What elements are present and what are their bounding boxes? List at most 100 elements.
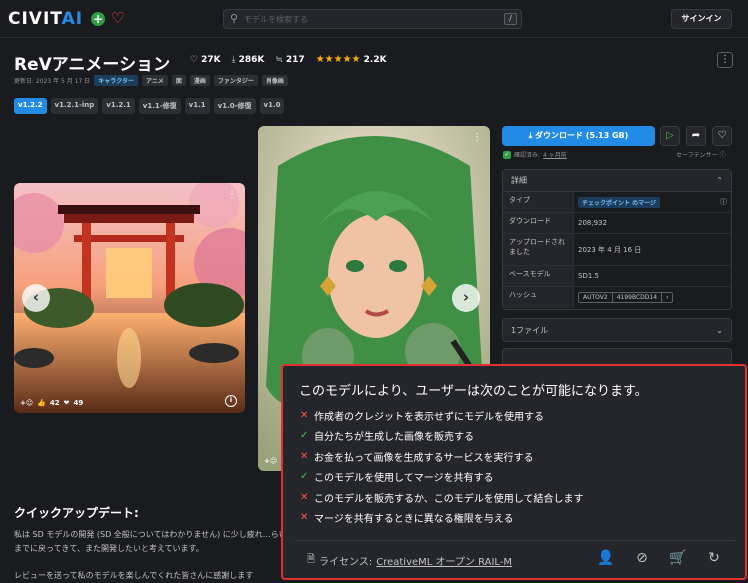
license-link[interactable]: CreativeML オープン RAIL-M	[376, 553, 512, 568]
permission-item: ✓ 自分たちが生成した画像を販売する	[300, 430, 474, 444]
check-badge-icon: ✓	[503, 150, 511, 159]
detail-row: ダウンロード 208,932	[503, 213, 731, 234]
version-tab[interactable]: v1.1-修復	[138, 98, 181, 114]
card-menu-icon[interactable]: ⋮	[227, 189, 237, 200]
quick-update-title: クイックアップデート:	[14, 506, 139, 520]
verified-time-link[interactable]: 4 ヶ月前	[543, 150, 567, 159]
tag-chip[interactable]: アニメ	[141, 75, 168, 86]
star-rating-icon: ★★★★★	[315, 54, 361, 65]
details-panel: 詳細 ⌃ タイプ チェックポイント のマージ ⓘ ダウンロード 208,932 ア…	[502, 169, 732, 310]
heart-outline-icon: ♡	[190, 54, 199, 65]
heart-reaction-icon[interactable]: ❤	[64, 399, 70, 407]
info-icon[interactable]: i	[225, 395, 237, 407]
hash-selector[interactable]: AUTOV2 4199BCDD14 ›	[578, 292, 674, 303]
permission-item: ✕ お金を払って画像を生成するサービスを実行する	[300, 450, 534, 464]
add-reaction-icon[interactable]: +☺	[264, 457, 277, 465]
share-button[interactable]: ➦	[686, 126, 706, 146]
search-icon: ⚲	[230, 12, 239, 25]
detail-row: アップロードされました 2023 年 4 月 16 日	[503, 234, 731, 266]
cross-icon: ✕	[300, 491, 309, 503]
version-tab[interactable]: v1.2.1-inp	[50, 98, 99, 114]
quick-update-text: レビューを送って私のモデルを楽しんでくれた皆さんに感謝します	[14, 571, 254, 580]
chevron-right-icon: ›	[666, 294, 669, 301]
tag-chip[interactable]: キャラクター	[94, 75, 138, 86]
type-badge: チェックポイント のマージ	[578, 196, 660, 208]
civitai-logo[interactable]: CIVITAI	[8, 9, 83, 29]
check-icon: ✓	[300, 471, 309, 483]
collections-stat: ≒ 217	[275, 54, 305, 65]
collection-icon: ≒	[275, 54, 283, 65]
permission-item: ✕ マージを共有するときに異なる権限を与える	[300, 512, 514, 526]
top-navbar: CIVITAI + ♡ ⚲ / サインイン	[0, 0, 748, 38]
heart-icon[interactable]: ♡	[111, 9, 124, 27]
downloads-stat: ⤓ 286K	[231, 54, 265, 65]
cross-icon: ✕	[300, 512, 309, 524]
updated-date: 更新日: 2023 年 5 月 17 日	[14, 78, 91, 85]
tag-chip[interactable]: 肖像画	[261, 75, 288, 86]
gallery-image-card[interactable]: ⋮ ‹ +☺ 👍 42 ❤ 49 i	[14, 183, 245, 413]
model-stats: ♡ 27K ⤓ 286K ≒ 217 ★★★★★ 2.2K	[190, 54, 387, 65]
version-tab[interactable]: v1.1	[184, 98, 210, 114]
quick-update-text: 私は SD モデルの開発 (SD 全般についてはわかりません) に少し疲れ…らい…	[14, 530, 287, 553]
chevron-down-icon: ⌄	[716, 325, 723, 335]
reactions-bar: +☺ 👍 42 ❤ 49	[20, 399, 84, 407]
no-brush-icon: ⊘	[636, 550, 648, 566]
tag-chip[interactable]: 漫画	[189, 75, 210, 86]
license-document-icon: 🗎	[307, 554, 316, 565]
search-shortcut-badge: /	[504, 13, 517, 25]
detail-row: ベースモデル SD1.5	[503, 266, 731, 287]
check-icon: ✓	[300, 430, 309, 442]
download-button[interactable]: ⤓ ダウンロード (5.13 GB)	[502, 126, 655, 146]
license-info: 🗎 ライセンス: CreativeML オープン RAIL-M	[307, 553, 513, 568]
details-header[interactable]: 詳細 ⌃	[503, 170, 731, 192]
detail-row: ハッシュ AUTOV2 4199BCDD14 ›	[503, 287, 731, 308]
download-icon: ⤓	[231, 54, 236, 65]
safetensor-label[interactable]: セーフテンサー ⓘ	[676, 150, 726, 159]
version-tab[interactable]: v1.0	[259, 98, 285, 114]
search-input[interactable]	[244, 12, 504, 26]
version-tabs: v1.2.2 v1.2.1-inp v1.2.1 v1.1-修復 v1.1 v1…	[14, 98, 285, 114]
tag-chip[interactable]: ファンタジー	[213, 75, 258, 86]
version-tab[interactable]: v1.0-修復	[213, 98, 256, 114]
license-permissions-popup: このモデルにより、ユーザーは次のことが可能になります。 ✕ 作成者のクレジットを表…	[281, 364, 747, 580]
permission-item: ✓ このモデルを使用してマージを共有する	[300, 471, 494, 485]
permission-item: ✕ このモデルを販売するか、このモデルを使用して結合します	[300, 491, 584, 505]
verified-status: ✓ 確認済み: 4 ヶ月前	[503, 150, 567, 159]
permission-item: ✕ 作成者のクレジットを表示せずにモデルを使用する	[300, 409, 544, 423]
play-icon: ▷	[666, 130, 674, 141]
divider	[295, 540, 735, 541]
info-icon: ⓘ	[719, 152, 726, 159]
like-button[interactable]: ♡	[712, 126, 732, 146]
user-check-icon: 👤	[597, 550, 615, 566]
create-plus-icon[interactable]: +	[91, 12, 105, 26]
thumbs-up-icon[interactable]: 👍	[37, 399, 46, 407]
popup-title: このモデルにより、ユーザーは次のことが可能になります。	[299, 384, 648, 399]
reactions-bar: +☺	[264, 457, 277, 465]
no-refresh-icon: ↻	[708, 550, 720, 566]
next-arrow-icon[interactable]: ›	[452, 284, 480, 312]
add-reaction-icon[interactable]: +☺	[20, 399, 33, 407]
cross-icon: ✕	[300, 450, 309, 462]
run-play-button[interactable]: ▷	[660, 126, 680, 146]
signin-button[interactable]: サインイン	[671, 9, 732, 29]
license-icons: 👤 ⊘ 🛒 ↻	[595, 550, 725, 572]
model-title: ReVアニメーション	[14, 55, 171, 75]
version-tab[interactable]: v1.2.2	[14, 98, 47, 114]
share-icon: ➦	[691, 130, 701, 141]
tag-chip[interactable]: 面	[171, 75, 186, 86]
cross-icon: ✕	[300, 409, 309, 421]
search-bar[interactable]: ⚲ /	[223, 9, 522, 29]
card-menu-icon[interactable]: ⋮	[472, 132, 482, 143]
prev-arrow-icon[interactable]: ‹	[22, 284, 50, 312]
heart-icon: ♡	[717, 130, 727, 141]
files-accordion[interactable]: 1ファイル ⌄	[502, 318, 732, 342]
hash-value[interactable]: 4199BCDD14	[613, 293, 663, 302]
info-icon[interactable]: ⓘ	[720, 197, 727, 207]
rating-stat[interactable]: ★★★★★ 2.2K	[316, 54, 387, 65]
detail-row: タイプ チェックポイント のマージ ⓘ	[503, 192, 731, 213]
model-meta: 更新日: 2023 年 5 月 17 日 キャラクター アニメ 面 漫画 ファン…	[14, 75, 288, 86]
version-tab[interactable]: v1.2.1	[102, 98, 135, 114]
likes-stat[interactable]: ♡ 27K	[190, 55, 221, 65]
more-menu-button[interactable]: ⋮	[717, 52, 733, 68]
no-cart-icon: 🛒	[669, 550, 687, 566]
